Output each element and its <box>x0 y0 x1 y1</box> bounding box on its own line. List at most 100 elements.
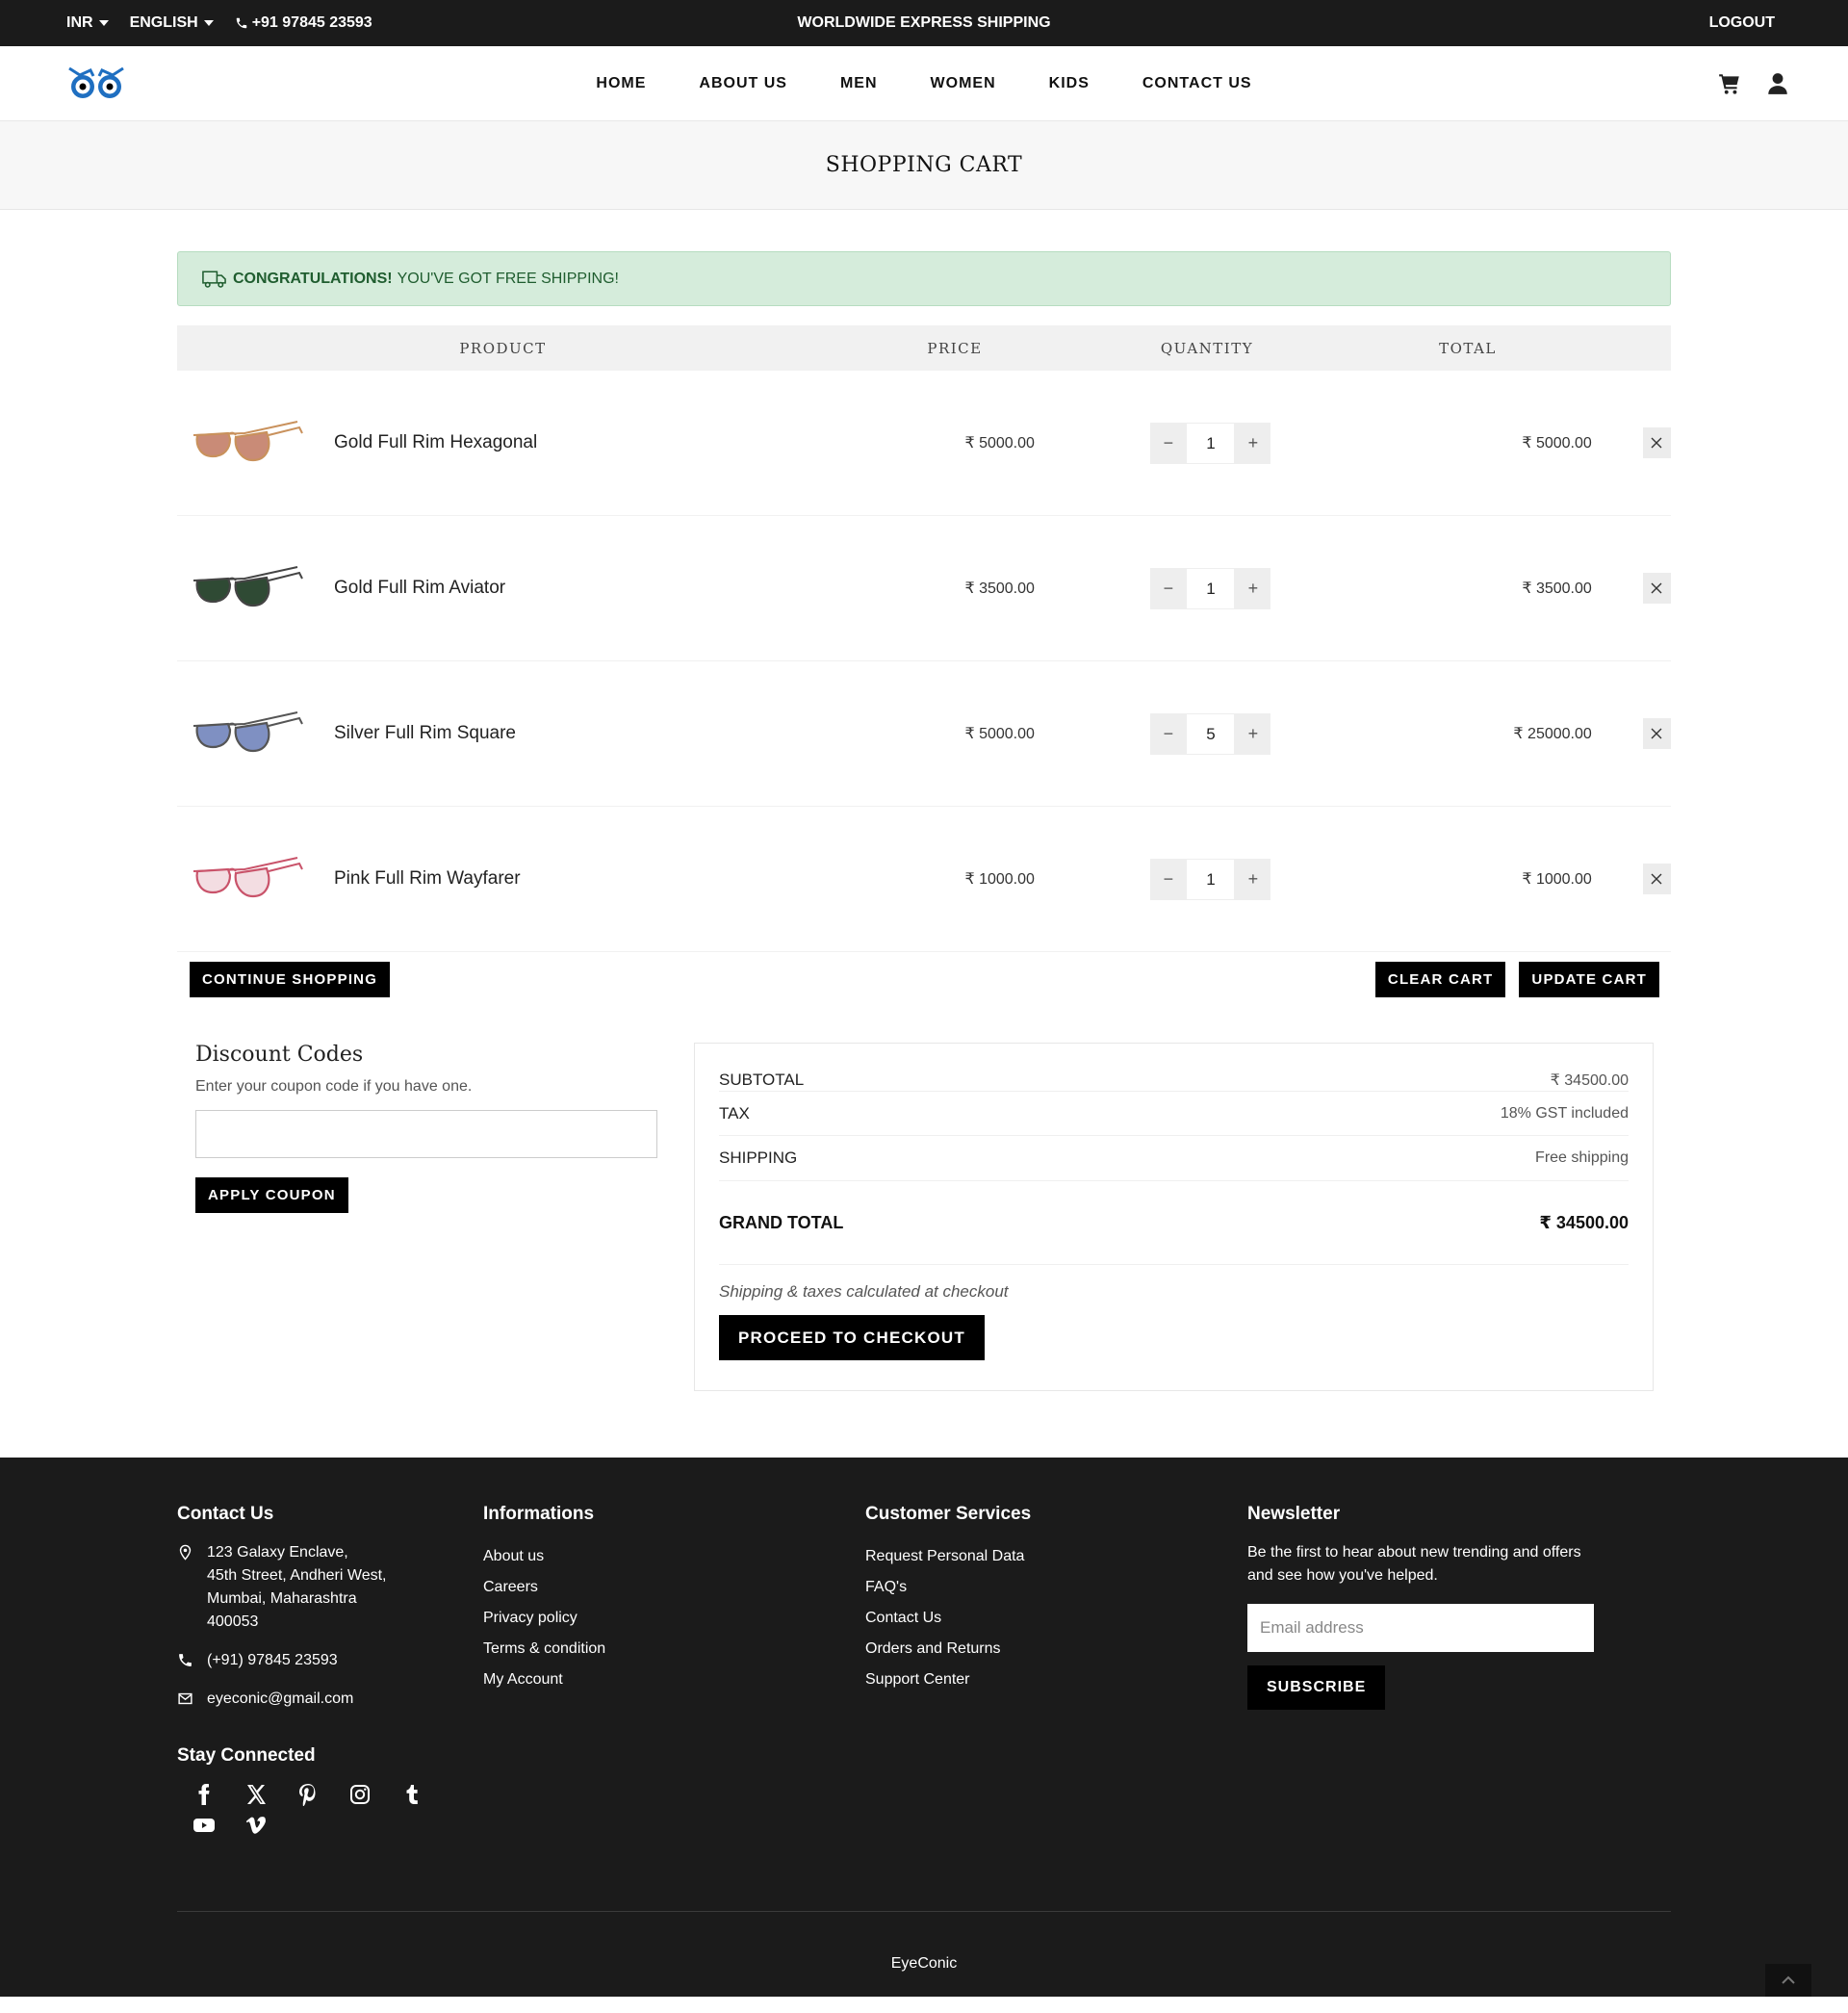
back-to-top-button[interactable] <box>1765 1964 1811 1997</box>
close-icon <box>1651 437 1662 449</box>
stay-connected-title: Stay Connected <box>177 1745 316 1766</box>
quantity-decrease-button[interactable]: − <box>1150 567 1187 609</box>
glasses-icon[interactable] <box>192 705 304 762</box>
quantity-increase-button[interactable]: + <box>1235 567 1271 609</box>
user-icon[interactable] <box>1765 71 1790 96</box>
cart-rows: Gold Full Rim Hexagonal ₹ 5000.00 − 1 + … <box>177 371 1671 952</box>
quantity-stepper: − 1 + <box>1025 858 1442 900</box>
quantity-input[interactable]: 5 <box>1186 712 1236 755</box>
nav-men[interactable]: MEN <box>840 75 878 92</box>
currency-select[interactable]: INR <box>66 14 109 32</box>
remove-item-button[interactable] <box>1642 718 1671 749</box>
cart-summary: SUBTOTAL ₹ 34500.00 TAX 18% GST included… <box>694 1043 1654 1391</box>
product-total: ₹ 25000.00 <box>1513 726 1592 742</box>
quantity-increase-button[interactable]: + <box>1235 858 1271 900</box>
summary-subtotal: SUBTOTAL ₹ 34500.00 <box>719 1069 1629 1092</box>
glasses-icon[interactable] <box>192 559 304 617</box>
glasses-icon[interactable] <box>192 414 304 472</box>
footer-address: 123 Galaxy Enclave, 45th Street, Andheri… <box>177 1541 483 1634</box>
tumblr-icon[interactable] <box>400 1783 424 1806</box>
footer-email[interactable]: eyeconic@gmail.com <box>177 1688 483 1711</box>
chevron-up-icon <box>1782 1975 1795 1984</box>
remove-item-button[interactable] <box>1642 427 1671 458</box>
quantity-decrease-button[interactable]: − <box>1150 858 1187 900</box>
footer-link-terms[interactable]: Terms & condition <box>483 1634 865 1665</box>
social-links <box>177 1783 427 1837</box>
quantity-decrease-button[interactable]: − <box>1150 712 1187 755</box>
product-name[interactable]: Gold Full Rim Aviator <box>334 578 505 599</box>
clear-cart-button[interactable]: CLEAR CART <box>1374 962 1506 997</box>
product-total: ₹ 1000.00 <box>1522 871 1592 888</box>
close-icon <box>1651 873 1662 885</box>
discount-title: Discount Codes <box>195 1043 364 1067</box>
footer-link-personal-data[interactable]: Request Personal Data <box>865 1541 1247 1572</box>
footer-link-my-account[interactable]: My Account <box>483 1665 865 1695</box>
remove-item-button[interactable] <box>1642 864 1671 894</box>
logout-link[interactable]: LOGOUT <box>1709 14 1775 32</box>
coupon-input[interactable] <box>195 1110 657 1158</box>
update-cart-button[interactable]: UPDATE CART <box>1519 962 1659 997</box>
nav-about-us[interactable]: ABOUT US <box>699 75 787 92</box>
product-total: ₹ 5000.00 <box>1522 435 1592 452</box>
footer-link-careers[interactable]: Careers <box>483 1572 865 1603</box>
quantity-increase-button[interactable]: + <box>1235 712 1271 755</box>
cart-lower: Discount Codes Enter your coupon code if… <box>177 1043 1671 1391</box>
footer-info-title: Informations <box>483 1504 595 1524</box>
product-name[interactable]: Gold Full Rim Hexagonal <box>334 432 537 453</box>
x-twitter-icon[interactable] <box>244 1783 268 1806</box>
remove-item-button[interactable] <box>1642 573 1671 604</box>
pinterest-icon[interactable] <box>296 1783 320 1806</box>
proceed-to-checkout-button[interactable]: PROCEED TO CHECKOUT <box>719 1315 985 1360</box>
quantity-input[interactable]: 1 <box>1186 567 1236 609</box>
footer-link-orders-returns[interactable]: Orders and Returns <box>865 1634 1247 1665</box>
top-phone[interactable]: +91 97845 23593 <box>235 14 372 32</box>
continue-shopping-button[interactable]: CONTINUE SHOPPING <box>190 962 391 997</box>
footer-link-contact[interactable]: Contact Us <box>865 1603 1247 1634</box>
shipping-promo: WORLDWIDE EXPRESS SHIPPING <box>797 14 1051 31</box>
instagram-icon[interactable] <box>348 1783 372 1806</box>
page-header: SHOPPING CART <box>0 121 1848 210</box>
product-name[interactable]: Silver Full Rim Square <box>334 723 516 744</box>
notice-text: YOU'VE GOT FREE SHIPPING! <box>397 270 619 287</box>
quantity-decrease-button[interactable]: − <box>1150 422 1187 464</box>
shipping-label: SHIPPING <box>719 1148 798 1167</box>
youtube-icon[interactable] <box>192 1814 216 1837</box>
notice-strong: CONGRATULATIONS! <box>233 270 393 287</box>
footer-services-list: Request Personal Data FAQ's Contact Us O… <box>865 1541 1247 1695</box>
quantity-input[interactable]: 1 <box>1186 422 1236 464</box>
vimeo-icon[interactable] <box>244 1814 268 1837</box>
quantity-input[interactable]: 1 <box>1186 858 1236 900</box>
footer-contact-title: Contact Us <box>177 1504 274 1524</box>
footer-link-privacy[interactable]: Privacy policy <box>483 1603 865 1634</box>
header-product: PRODUCT <box>459 339 547 357</box>
cart-row: Pink Full Rim Wayfarer ₹ 1000.00 − 1 + ₹… <box>177 807 1671 952</box>
footer-link-support[interactable]: Support Center <box>865 1665 1247 1695</box>
cart-icon[interactable] <box>1717 71 1742 96</box>
cart-product: Gold Full Rim Aviator <box>177 559 773 617</box>
product-price: ₹ 5000.00 <box>964 726 1035 742</box>
page-title: SHOPPING CART <box>825 153 1023 177</box>
quantity-stepper: − 5 + <box>1025 712 1442 755</box>
facebook-icon[interactable] <box>192 1783 216 1806</box>
nav-kids[interactable]: KIDS <box>1049 75 1090 92</box>
cart-row: Gold Full Rim Aviator ₹ 3500.00 − 1 + ₹ … <box>177 516 1671 661</box>
footer-phone[interactable]: (+91) 97845 23593 <box>177 1649 483 1672</box>
nav-women[interactable]: WOMEN <box>931 75 996 92</box>
summary-grand-total: GRAND TOTAL ₹ 34500.00 <box>719 1181 1629 1265</box>
footer-link-faq[interactable]: FAQ's <box>865 1572 1247 1603</box>
discount-hint: Enter your coupon code if you have one. <box>195 1078 473 1095</box>
quantity-stepper: − 1 + <box>1025 567 1442 609</box>
language-select[interactable]: ENGLISH <box>130 14 214 32</box>
product-name[interactable]: Pink Full Rim Wayfarer <box>334 868 521 890</box>
nav-home[interactable]: HOME <box>596 75 646 92</box>
cart-row: Silver Full Rim Square ₹ 5000.00 − 5 + ₹… <box>177 661 1671 807</box>
footer-link-about[interactable]: About us <box>483 1541 865 1572</box>
footer-address-text: 123 Galaxy Enclave, 45th Street, Andheri… <box>207 1544 387 1630</box>
glasses-icon[interactable] <box>192 850 304 908</box>
quantity-increase-button[interactable]: + <box>1235 422 1271 464</box>
newsletter-email-input[interactable]: Email address <box>1247 1604 1594 1652</box>
logo-icon[interactable] <box>66 65 126 103</box>
apply-coupon-button[interactable]: APPLY COUPON <box>195 1177 348 1213</box>
subscribe-button[interactable]: SUBSCRIBE <box>1247 1665 1386 1710</box>
nav-contact-us[interactable]: CONTACT US <box>1142 75 1252 92</box>
